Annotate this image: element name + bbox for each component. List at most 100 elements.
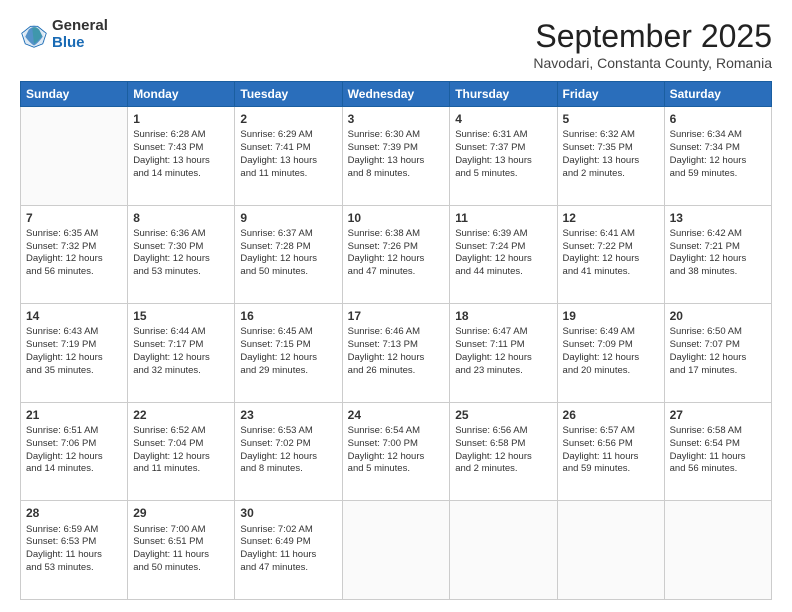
calendar-cell: 28Sunrise: 6:59 AMSunset: 6:53 PMDayligh…: [21, 501, 128, 600]
day-info: Sunrise: 6:47 AMSunset: 7:11 PMDaylight:…: [455, 326, 551, 377]
day-number: 15: [133, 308, 229, 324]
calendar-week-5: 28Sunrise: 6:59 AMSunset: 6:53 PMDayligh…: [21, 501, 772, 600]
day-info: Sunrise: 6:50 AMSunset: 7:07 PMDaylight:…: [670, 326, 766, 377]
day-number: 20: [670, 308, 766, 324]
calendar-cell: 24 Sunrise: 6:54 AMSunset: 7:00 PMDayligh…: [342, 402, 450, 501]
calendar-cell: 26 Sunrise: 6:57 AMSunset: 6:56 PMDayligh…: [557, 402, 664, 501]
title-location: Navodari, Constanta County, Romania: [533, 55, 772, 71]
day-number: 17: [348, 308, 445, 324]
day-number: 29: [133, 505, 229, 521]
day-info: Sunrise: 6:37 AMSunset: 7:28 PMDaylight:…: [240, 228, 336, 279]
day-info: Sunrise: 7:00 AMSunset: 6:51 PMDaylight:…: [133, 524, 229, 575]
calendar-cell: 16 Sunrise: 6:45 AMSunset: 7:15 PMDayligh…: [235, 304, 342, 403]
day-number: 7: [26, 210, 122, 226]
day-info: Sunrise: 6:28 AMSunset: 7:43 PMDaylight:…: [133, 129, 229, 180]
day-info: Sunrise: 6:51 AMSunset: 7:06 PMDaylight:…: [26, 425, 122, 476]
calendar-cell: 12 Sunrise: 6:41 AMSunset: 7:22 PMDayligh…: [557, 205, 664, 304]
day-number: 9: [240, 210, 336, 226]
calendar-cell: 8 Sunrise: 6:36 AMSunset: 7:30 PMDaylight…: [128, 205, 235, 304]
calendar-cell: 23 Sunrise: 6:53 AMSunset: 7:02 PMDayligh…: [235, 402, 342, 501]
calendar-cell: 17 Sunrise: 6:46 AMSunset: 7:13 PMDayligh…: [342, 304, 450, 403]
col-thursday: Thursday: [450, 82, 557, 107]
day-info: Sunrise: 6:56 AMSunset: 6:58 PMDaylight:…: [455, 425, 551, 476]
calendar-cell: 9 Sunrise: 6:37 AMSunset: 7:28 PMDaylight…: [235, 205, 342, 304]
logo-text: General Blue: [52, 18, 108, 51]
day-number: 5: [563, 111, 659, 127]
day-info: Sunrise: 6:58 AMSunset: 6:54 PMDaylight:…: [670, 425, 766, 476]
day-number: 1: [133, 111, 229, 127]
day-number: 28: [26, 505, 122, 521]
day-info: Sunrise: 6:31 AMSunset: 7:37 PMDaylight:…: [455, 129, 551, 180]
header: General Blue September 2025 Navodari, Co…: [20, 18, 772, 71]
title-block: September 2025 Navodari, Constanta Count…: [533, 18, 772, 71]
day-info: Sunrise: 6:34 AMSunset: 7:34 PMDaylight:…: [670, 129, 766, 180]
day-number: 8: [133, 210, 229, 226]
day-number: 23: [240, 407, 336, 423]
day-info: Sunrise: 6:57 AMSunset: 6:56 PMDaylight:…: [563, 425, 659, 476]
calendar-week-3: 14 Sunrise: 6:43 AMSunset: 7:19 PMDayligh…: [21, 304, 772, 403]
day-info: Sunrise: 6:52 AMSunset: 7:04 PMDaylight:…: [133, 425, 229, 476]
day-number: 12: [563, 210, 659, 226]
calendar-cell: 13Sunrise: 6:42 AMSunset: 7:21 PMDayligh…: [664, 205, 771, 304]
col-tuesday: Tuesday: [235, 82, 342, 107]
logo-general-text: General: [52, 18, 108, 35]
day-number: 14: [26, 308, 122, 324]
day-info: Sunrise: 6:54 AMSunset: 7:00 PMDaylight:…: [348, 425, 445, 476]
day-info: Sunrise: 6:45 AMSunset: 7:15 PMDaylight:…: [240, 326, 336, 377]
day-info: Sunrise: 6:49 AMSunset: 7:09 PMDaylight:…: [563, 326, 659, 377]
day-number: 24: [348, 407, 445, 423]
day-number: 19: [563, 308, 659, 324]
day-number: 18: [455, 308, 551, 324]
day-number: 26: [563, 407, 659, 423]
calendar-cell: 22 Sunrise: 6:52 AMSunset: 7:04 PMDayligh…: [128, 402, 235, 501]
calendar-cell: 20 Sunrise: 6:50 AMSunset: 7:07 PMDayligh…: [664, 304, 771, 403]
day-number: 11: [455, 210, 551, 226]
day-info: Sunrise: 6:43 AMSunset: 7:19 PMDaylight:…: [26, 326, 122, 377]
calendar-cell: [450, 501, 557, 600]
calendar-cell: 21Sunrise: 6:51 AMSunset: 7:06 PMDayligh…: [21, 402, 128, 501]
calendar-cell: 15 Sunrise: 6:44 AMSunset: 7:17 PMDayligh…: [128, 304, 235, 403]
logo-blue-text: Blue: [52, 35, 108, 52]
calendar-cell: 3Sunrise: 6:30 AMSunset: 7:39 PMDaylight…: [342, 107, 450, 206]
calendar-cell: 30Sunrise: 7:02 AMSunset: 6:49 PMDayligh…: [235, 501, 342, 600]
col-wednesday: Wednesday: [342, 82, 450, 107]
day-number: 25: [455, 407, 551, 423]
day-info: Sunrise: 6:46 AMSunset: 7:13 PMDaylight:…: [348, 326, 445, 377]
calendar-week-1: 1 Sunrise: 6:28 AMSunset: 7:43 PMDaylight…: [21, 107, 772, 206]
calendar-week-4: 21Sunrise: 6:51 AMSunset: 7:06 PMDayligh…: [21, 402, 772, 501]
calendar-cell: 27 Sunrise: 6:58 AMSunset: 6:54 PMDayligh…: [664, 402, 771, 501]
calendar-cell: 10Sunrise: 6:38 AMSunset: 7:26 PMDayligh…: [342, 205, 450, 304]
calendar-cell: [557, 501, 664, 600]
calendar-cell: 18 Sunrise: 6:47 AMSunset: 7:11 PMDayligh…: [450, 304, 557, 403]
day-number: 30: [240, 505, 336, 521]
title-month: September 2025: [533, 18, 772, 55]
page: General Blue September 2025 Navodari, Co…: [0, 0, 792, 612]
calendar-header-row: Sunday Monday Tuesday Wednesday Thursday…: [21, 82, 772, 107]
calendar-cell: 11 Sunrise: 6:39 AMSunset: 7:24 PMDayligh…: [450, 205, 557, 304]
day-number: 4: [455, 111, 551, 127]
calendar-cell: 25 Sunrise: 6:56 AMSunset: 6:58 PMDayligh…: [450, 402, 557, 501]
calendar-week-2: 7Sunrise: 6:35 AMSunset: 7:32 PMDaylight…: [21, 205, 772, 304]
day-info: Sunrise: 6:53 AMSunset: 7:02 PMDaylight:…: [240, 425, 336, 476]
day-info: Sunrise: 6:32 AMSunset: 7:35 PMDaylight:…: [563, 129, 659, 180]
day-info: Sunrise: 6:36 AMSunset: 7:30 PMDaylight:…: [133, 228, 229, 279]
day-number: 22: [133, 407, 229, 423]
day-number: 6: [670, 111, 766, 127]
col-monday: Monday: [128, 82, 235, 107]
calendar-cell: 7Sunrise: 6:35 AMSunset: 7:32 PMDaylight…: [21, 205, 128, 304]
calendar-cell: [21, 107, 128, 206]
logo: General Blue: [20, 18, 108, 51]
calendar-cell: [664, 501, 771, 600]
col-friday: Friday: [557, 82, 664, 107]
calendar-cell: [342, 501, 450, 600]
day-number: 3: [348, 111, 445, 127]
day-number: 27: [670, 407, 766, 423]
day-number: 16: [240, 308, 336, 324]
col-sunday: Sunday: [21, 82, 128, 107]
calendar-cell: 19 Sunrise: 6:49 AMSunset: 7:09 PMDayligh…: [557, 304, 664, 403]
day-info: Sunrise: 6:41 AMSunset: 7:22 PMDaylight:…: [563, 228, 659, 279]
day-info: Sunrise: 6:39 AMSunset: 7:24 PMDaylight:…: [455, 228, 551, 279]
day-info: Sunrise: 6:44 AMSunset: 7:17 PMDaylight:…: [133, 326, 229, 377]
day-number: 13: [670, 210, 766, 226]
calendar-cell: 1 Sunrise: 6:28 AMSunset: 7:43 PMDaylight…: [128, 107, 235, 206]
